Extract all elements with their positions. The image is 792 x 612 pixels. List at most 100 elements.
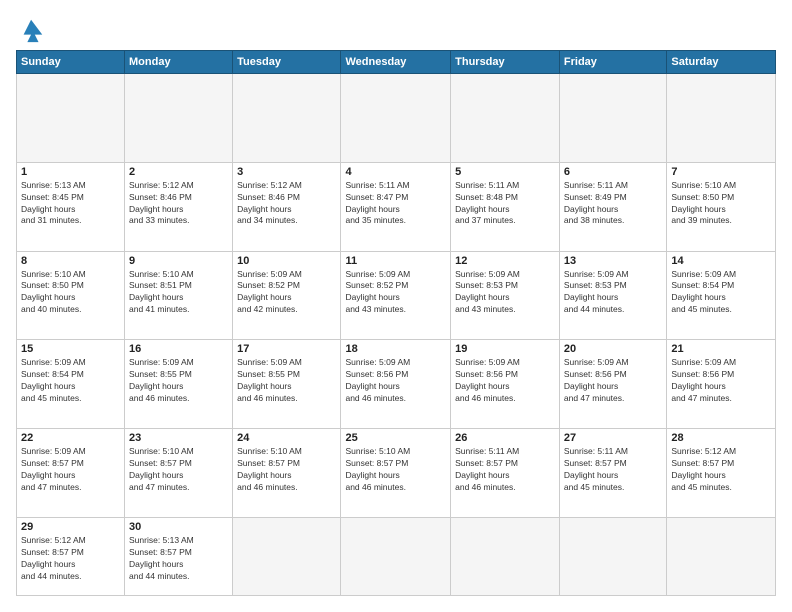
logo-icon <box>18 16 46 44</box>
day-detail: Sunrise: 5:10 AM Sunset: 8:57 PM Dayligh… <box>345 446 446 494</box>
calendar-cell: 1 Sunrise: 5:13 AM Sunset: 8:45 PM Dayli… <box>17 162 125 251</box>
day-number: 28 <box>671 432 771 444</box>
day-detail: Sunrise: 5:09 AM Sunset: 8:54 PM Dayligh… <box>21 357 120 405</box>
calendar-cell: 3 Sunrise: 5:12 AM Sunset: 8:46 PM Dayli… <box>233 162 341 251</box>
day-detail: Sunrise: 5:11 AM Sunset: 8:49 PM Dayligh… <box>564 180 662 228</box>
day-number: 4 <box>345 166 446 178</box>
day-detail: Sunrise: 5:09 AM Sunset: 8:57 PM Dayligh… <box>21 446 120 494</box>
day-number: 24 <box>237 432 336 444</box>
day-number: 18 <box>345 343 446 355</box>
calendar-table: SundayMondayTuesdayWednesdayThursdayFrid… <box>16 50 776 596</box>
day-number: 19 <box>455 343 555 355</box>
calendar-cell: 22 Sunrise: 5:09 AM Sunset: 8:57 PM Dayl… <box>17 429 125 518</box>
weekday-header: Wednesday <box>341 51 451 74</box>
day-detail: Sunrise: 5:09 AM Sunset: 8:56 PM Dayligh… <box>671 357 771 405</box>
day-detail: Sunrise: 5:10 AM Sunset: 8:57 PM Dayligh… <box>129 446 228 494</box>
day-detail: Sunrise: 5:12 AM Sunset: 8:57 PM Dayligh… <box>21 535 120 583</box>
calendar-cell: 13 Sunrise: 5:09 AM Sunset: 8:53 PM Dayl… <box>559 251 666 340</box>
calendar-cell: 26 Sunrise: 5:11 AM Sunset: 8:57 PM Dayl… <box>451 429 560 518</box>
calendar-cell: 27 Sunrise: 5:11 AM Sunset: 8:57 PM Dayl… <box>559 429 666 518</box>
day-detail: Sunrise: 5:12 AM Sunset: 8:57 PM Dayligh… <box>671 446 771 494</box>
day-number: 23 <box>129 432 228 444</box>
calendar-cell <box>125 74 233 163</box>
day-number: 12 <box>455 255 555 267</box>
calendar-cell <box>233 74 341 163</box>
weekday-header: Saturday <box>667 51 776 74</box>
calendar-cell <box>341 517 451 595</box>
calendar-cell: 15 Sunrise: 5:09 AM Sunset: 8:54 PM Dayl… <box>17 340 125 429</box>
calendar-cell: 6 Sunrise: 5:11 AM Sunset: 8:49 PM Dayli… <box>559 162 666 251</box>
day-number: 29 <box>21 521 120 533</box>
calendar-cell <box>451 517 560 595</box>
calendar-cell: 14 Sunrise: 5:09 AM Sunset: 8:54 PM Dayl… <box>667 251 776 340</box>
day-number: 3 <box>237 166 336 178</box>
day-number: 27 <box>564 432 662 444</box>
day-number: 8 <box>21 255 120 267</box>
page: SundayMondayTuesdayWednesdayThursdayFrid… <box>0 0 792 612</box>
calendar-cell: 10 Sunrise: 5:09 AM Sunset: 8:52 PM Dayl… <box>233 251 341 340</box>
calendar-cell: 17 Sunrise: 5:09 AM Sunset: 8:55 PM Dayl… <box>233 340 341 429</box>
day-detail: Sunrise: 5:12 AM Sunset: 8:46 PM Dayligh… <box>129 180 228 228</box>
day-number: 15 <box>21 343 120 355</box>
day-detail: Sunrise: 5:10 AM Sunset: 8:50 PM Dayligh… <box>671 180 771 228</box>
day-detail: Sunrise: 5:09 AM Sunset: 8:52 PM Dayligh… <box>237 269 336 317</box>
day-number: 30 <box>129 521 228 533</box>
day-detail: Sunrise: 5:10 AM Sunset: 8:57 PM Dayligh… <box>237 446 336 494</box>
logo <box>16 16 46 40</box>
calendar-cell: 2 Sunrise: 5:12 AM Sunset: 8:46 PM Dayli… <box>125 162 233 251</box>
day-detail: Sunrise: 5:11 AM Sunset: 8:48 PM Dayligh… <box>455 180 555 228</box>
calendar-cell: 12 Sunrise: 5:09 AM Sunset: 8:53 PM Dayl… <box>451 251 560 340</box>
day-detail: Sunrise: 5:09 AM Sunset: 8:55 PM Dayligh… <box>237 357 336 405</box>
day-number: 11 <box>345 255 446 267</box>
calendar-cell: 21 Sunrise: 5:09 AM Sunset: 8:56 PM Dayl… <box>667 340 776 429</box>
day-detail: Sunrise: 5:13 AM Sunset: 8:57 PM Dayligh… <box>129 535 228 583</box>
day-number: 7 <box>671 166 771 178</box>
day-number: 25 <box>345 432 446 444</box>
calendar-cell <box>667 517 776 595</box>
calendar-cell: 19 Sunrise: 5:09 AM Sunset: 8:56 PM Dayl… <box>451 340 560 429</box>
weekday-header: Thursday <box>451 51 560 74</box>
day-number: 14 <box>671 255 771 267</box>
day-number: 9 <box>129 255 228 267</box>
day-number: 13 <box>564 255 662 267</box>
weekday-header: Friday <box>559 51 666 74</box>
calendar-cell <box>17 74 125 163</box>
calendar-cell: 25 Sunrise: 5:10 AM Sunset: 8:57 PM Dayl… <box>341 429 451 518</box>
day-detail: Sunrise: 5:12 AM Sunset: 8:46 PM Dayligh… <box>237 180 336 228</box>
calendar-cell <box>341 74 451 163</box>
day-number: 2 <box>129 166 228 178</box>
day-detail: Sunrise: 5:09 AM Sunset: 8:53 PM Dayligh… <box>455 269 555 317</box>
calendar-cell: 11 Sunrise: 5:09 AM Sunset: 8:52 PM Dayl… <box>341 251 451 340</box>
calendar-cell: 18 Sunrise: 5:09 AM Sunset: 8:56 PM Dayl… <box>341 340 451 429</box>
calendar-cell: 8 Sunrise: 5:10 AM Sunset: 8:50 PM Dayli… <box>17 251 125 340</box>
day-detail: Sunrise: 5:09 AM Sunset: 8:52 PM Dayligh… <box>345 269 446 317</box>
day-detail: Sunrise: 5:13 AM Sunset: 8:45 PM Dayligh… <box>21 180 120 228</box>
day-number: 22 <box>21 432 120 444</box>
calendar-cell: 9 Sunrise: 5:10 AM Sunset: 8:51 PM Dayli… <box>125 251 233 340</box>
calendar-cell: 4 Sunrise: 5:11 AM Sunset: 8:47 PM Dayli… <box>341 162 451 251</box>
day-detail: Sunrise: 5:09 AM Sunset: 8:55 PM Dayligh… <box>129 357 228 405</box>
day-detail: Sunrise: 5:09 AM Sunset: 8:56 PM Dayligh… <box>455 357 555 405</box>
header <box>16 16 776 40</box>
calendar-cell: 20 Sunrise: 5:09 AM Sunset: 8:56 PM Dayl… <box>559 340 666 429</box>
day-detail: Sunrise: 5:11 AM Sunset: 8:57 PM Dayligh… <box>564 446 662 494</box>
calendar-cell: 7 Sunrise: 5:10 AM Sunset: 8:50 PM Dayli… <box>667 162 776 251</box>
weekday-header: Monday <box>125 51 233 74</box>
day-number: 16 <box>129 343 228 355</box>
day-detail: Sunrise: 5:10 AM Sunset: 8:50 PM Dayligh… <box>21 269 120 317</box>
day-number: 1 <box>21 166 120 178</box>
day-number: 6 <box>564 166 662 178</box>
calendar-cell <box>667 74 776 163</box>
day-number: 26 <box>455 432 555 444</box>
calendar-cell <box>451 74 560 163</box>
day-detail: Sunrise: 5:09 AM Sunset: 8:54 PM Dayligh… <box>671 269 771 317</box>
calendar-cell <box>233 517 341 595</box>
day-detail: Sunrise: 5:09 AM Sunset: 8:56 PM Dayligh… <box>345 357 446 405</box>
calendar-cell: 23 Sunrise: 5:10 AM Sunset: 8:57 PM Dayl… <box>125 429 233 518</box>
calendar-cell: 30 Sunrise: 5:13 AM Sunset: 8:57 PM Dayl… <box>125 517 233 595</box>
day-detail: Sunrise: 5:09 AM Sunset: 8:53 PM Dayligh… <box>564 269 662 317</box>
calendar-cell <box>559 517 666 595</box>
day-number: 21 <box>671 343 771 355</box>
day-detail: Sunrise: 5:11 AM Sunset: 8:57 PM Dayligh… <box>455 446 555 494</box>
calendar-cell: 5 Sunrise: 5:11 AM Sunset: 8:48 PM Dayli… <box>451 162 560 251</box>
